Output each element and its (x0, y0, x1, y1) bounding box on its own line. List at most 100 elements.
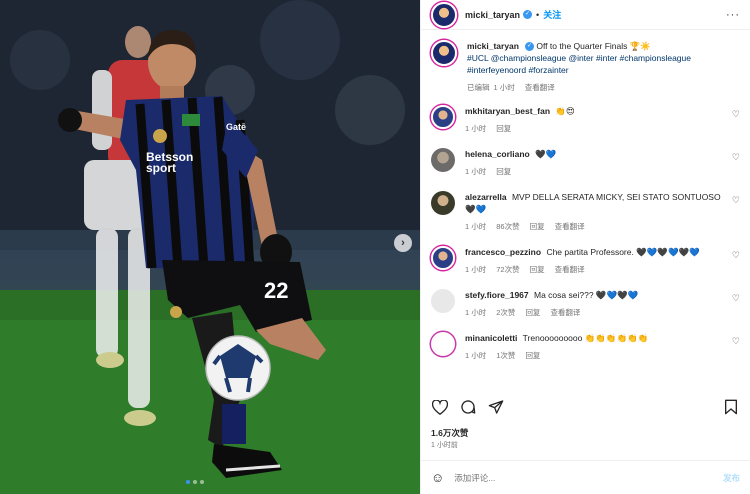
carousel-dot (200, 480, 204, 484)
comment-likes[interactable]: 72次赞 (496, 264, 519, 275)
comment-meta: 1 小时 回复 (465, 166, 724, 177)
caption-message: Off to the Quarter Finals 🏆☀️ (536, 41, 651, 51)
comment-meta: 1 小时 回复 (465, 123, 724, 134)
comment-text: minanicoletti Trenooooooooo 👏👏👏👏👏👏 (465, 332, 724, 344)
carousel-dot (186, 480, 190, 484)
comment-text: alezarrella MVP DELLA SERATA MICKY, SEI … (465, 191, 724, 215)
edited-label: 已编辑 (467, 83, 490, 92)
comment-time: 1 小时 (465, 351, 487, 360)
comment-body: alezarrella MVP DELLA SERATA MICKY, SEI … (465, 191, 740, 232)
heart-icon[interactable]: ♡ (732, 152, 740, 163)
sleeve-sponsor-label: Gatē (226, 122, 247, 132)
reply-button[interactable]: 回复 (496, 166, 511, 177)
caption-body: micki_taryan ✓ Off to the Quarter Finals … (467, 40, 740, 93)
comment-item: alezarrella MVP DELLA SERATA MICKY, SEI … (431, 191, 740, 232)
chevron-right-icon: › (401, 237, 405, 249)
commenter-username[interactable]: minanicoletti (465, 333, 517, 343)
reply-button[interactable]: 回复 (525, 307, 540, 318)
heart-icon[interactable]: ♡ (732, 250, 740, 261)
author-avatar[interactable] (431, 1, 457, 28)
heart-icon[interactable]: ♡ (732, 293, 740, 304)
comment-likes[interactable]: 2次赞 (496, 307, 515, 318)
comment-text: francesco_pezzino Che partita Professore… (465, 246, 724, 258)
hashtag[interactable]: #championsleague (620, 53, 691, 63)
caption-meta: 已编辑 1 小时 查看翻译 (467, 82, 724, 93)
comment-text: helena_corliano 🖤💙 (465, 148, 724, 160)
caption-text: micki_taryan ✓ Off to the Quarter Finals … (467, 40, 724, 76)
hashtag[interactable]: #UCL (467, 53, 488, 63)
add-comment-bar: ☺ 发布 (421, 460, 750, 494)
commenter-username[interactable]: francesco_pezzino (465, 247, 541, 257)
comment-meta: 1 小时 72次赞 回复 查看翻译 (465, 264, 724, 275)
caption-time: 1 小时 (493, 83, 515, 92)
author-username[interactable]: micki_taryan (465, 10, 520, 20)
reply-button[interactable]: 回复 (530, 221, 545, 232)
commenter-username[interactable]: mkhitaryan_best_fan (465, 106, 550, 116)
post-time: 1 小时前 (431, 442, 458, 449)
carousel-dots (186, 480, 204, 484)
comment-item: helena_corliano 🖤💙 1 小时 回复 ♡ (431, 148, 740, 177)
emoji-icon[interactable]: ☺ (431, 470, 444, 485)
more-options-icon[interactable]: ··· (726, 9, 740, 21)
see-translation-link[interactable]: 查看翻译 (525, 82, 555, 93)
commenter-avatar[interactable] (431, 148, 455, 172)
post-photo[interactable]: Betsson sport Gatē 22 › (0, 0, 420, 494)
comment-likes[interactable]: 1次赞 (496, 350, 515, 361)
author-avatar[interactable] (431, 40, 457, 66)
comment-time: 1 小时 (465, 124, 487, 133)
caption-username[interactable]: micki_taryan (467, 41, 519, 51)
comment-message: Ma cosa sei??? 🖤💙🖤💙 (534, 290, 639, 300)
see-translation-link[interactable]: 查看翻译 (550, 307, 580, 318)
comment-time: 1 小时 (465, 308, 487, 317)
comment-likes[interactable]: 86次赞 (496, 221, 519, 232)
football-player-illustration (0, 0, 420, 494)
mention[interactable]: @championsleague (491, 53, 566, 63)
comment-item: mkhitaryan_best_fan 👏😍 1 小时 回复 ♡ (431, 105, 740, 134)
comment-meta: 1 小时 2次赞 回复 查看翻译 (465, 307, 724, 318)
see-translation-link[interactable]: 查看翻译 (555, 221, 585, 232)
comment-message: 👏😍 (555, 106, 575, 116)
comment-icon[interactable] (459, 398, 477, 416)
carousel-dot (193, 480, 197, 484)
reply-button[interactable]: 回复 (530, 264, 545, 275)
post-side-panel: micki_taryan ✓ • 关注 ··· micki_taryan ✓ Of… (420, 0, 750, 494)
like-heart-icon[interactable] (431, 398, 449, 416)
reply-button[interactable]: 回复 (525, 350, 540, 361)
commenter-avatar[interactable] (431, 289, 455, 313)
see-translation-link[interactable]: 查看翻译 (555, 264, 585, 275)
post-comment-button[interactable]: 发布 (723, 472, 740, 484)
separator-dot: • (536, 9, 540, 20)
hashtag[interactable]: #forzainter (528, 65, 568, 75)
commenter-username[interactable]: helena_corliano (465, 149, 530, 159)
commenter-avatar[interactable] (431, 105, 455, 129)
comment-time: 1 小时 (465, 222, 487, 231)
comment-time: 1 小时 (465, 167, 487, 176)
mention[interactable]: @inter (568, 53, 593, 63)
shirt-sponsor-label: Betsson sport (146, 150, 194, 175)
follow-button[interactable]: 关注 (543, 8, 561, 21)
next-photo-button[interactable]: › (394, 234, 412, 252)
commenter-username[interactable]: alezarrella (465, 192, 507, 202)
reply-button[interactable]: 回复 (496, 123, 511, 134)
comment-time: 1 小时 (465, 265, 487, 274)
heart-icon[interactable]: ♡ (732, 109, 740, 120)
heart-icon[interactable]: ♡ (732, 195, 740, 206)
bookmark-icon[interactable] (722, 398, 740, 416)
comment-item: francesco_pezzino Che partita Professore… (431, 246, 740, 275)
commenter-avatar[interactable] (431, 332, 455, 356)
comment-input[interactable] (454, 472, 723, 483)
hashtag[interactable]: #interfeyenoord (467, 65, 526, 75)
heart-icon[interactable]: ♡ (732, 336, 740, 347)
football (205, 335, 271, 401)
commenter-avatar[interactable] (431, 191, 455, 215)
share-icon[interactable] (487, 398, 505, 416)
commenter-username[interactable]: stefy.fiore_1967 (465, 290, 529, 300)
commenter-avatar[interactable] (431, 246, 455, 270)
comment-message: Trenooooooooo 👏👏👏👏👏👏 (522, 333, 649, 343)
comment-message: Che partita Professore. 🖤💙🖤💙🖤💙 (546, 247, 700, 257)
likes-count[interactable]: 1.6万次赞 (431, 427, 468, 439)
comment-item: stefy.fiore_1967 Ma cosa sei??? 🖤💙🖤💙 1 小… (431, 289, 740, 318)
comment-body: minanicoletti Trenooooooooo 👏👏👏👏👏👏 1 小时 … (465, 332, 740, 361)
verified-icon: ✓ (523, 10, 533, 19)
hashtag[interactable]: #inter (596, 53, 617, 63)
